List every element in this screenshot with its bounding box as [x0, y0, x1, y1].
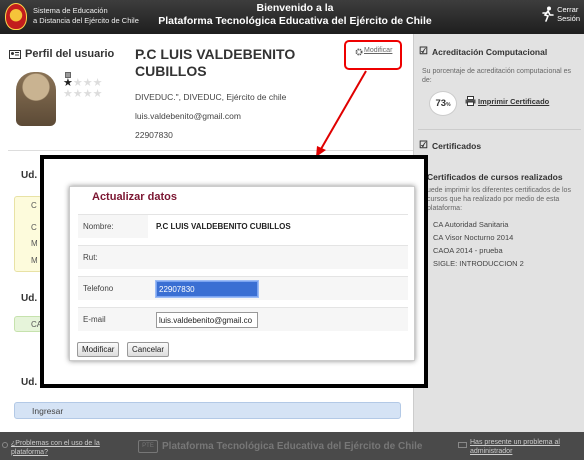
- user-phone: 22907830: [135, 130, 173, 140]
- courses-certificates-heading: Certificados de cursos realizados: [427, 172, 563, 182]
- report-line-1: Has presente un problema al: [470, 439, 560, 446]
- course-item[interactable]: M: [31, 256, 38, 265]
- courses-certificates-title: Certificados de cursos realizados: [427, 172, 563, 182]
- dialog-title: Actualizar datos: [92, 191, 177, 203]
- running-person-icon: [542, 6, 554, 22]
- name-value-cell: P.C LUIS VALDEBENITO CUBILLOS: [148, 215, 408, 238]
- unit-heading-1: Ud.: [21, 170, 38, 181]
- rut-label: Rut:: [83, 253, 98, 262]
- certificates-description: uede imprimir los diferentes certificado…: [427, 187, 571, 212]
- name-label: Nombre:: [83, 222, 114, 231]
- top-header: Sistema de Educación a Distancia del Ejé…: [0, 0, 584, 34]
- pte-logo: PTE: [138, 440, 158, 453]
- printer-icon: [465, 96, 476, 106]
- cancel-button[interactable]: Cancelar: [127, 342, 170, 357]
- user-avatar: [16, 72, 56, 126]
- mail-icon: [458, 442, 467, 448]
- problems-line-2: plataforma?: [11, 448, 48, 456]
- name-row: Nombre: P.C LUIS VALDEBENITO CUBILLOS: [78, 214, 408, 238]
- unit-heading-3: Ud.: [21, 377, 38, 388]
- course-item[interactable]: C: [31, 201, 37, 210]
- welcome-line-2: Plataforma Tecnológica Educativa del Ejé…: [158, 15, 432, 27]
- accreditation-subtitle: Su porcentaje de acreditación computacio…: [422, 68, 572, 84]
- star-icon: ★: [63, 88, 73, 100]
- star-icon: ★: [72, 88, 83, 100]
- rank-insignia-icon: [65, 72, 71, 78]
- accreditation-heading: ☑ Acreditación Computacional: [419, 46, 547, 57]
- course-item[interactable]: C: [31, 223, 37, 232]
- org-line-2: a Distancia del Ejército de Chile: [33, 16, 139, 25]
- user-name-line-2: CUBILLOS: [135, 63, 207, 79]
- accreditation-percent-badge: 73%: [429, 91, 457, 116]
- percent-sign: %: [446, 102, 451, 108]
- star-icon: ★: [92, 88, 103, 100]
- user-email: luis.valdebenito@gmail.com: [135, 111, 241, 121]
- email-input[interactable]: [156, 312, 258, 328]
- problems-link[interactable]: ¿Problemas con el uso de la plataforma?: [11, 440, 100, 457]
- certificate-item[interactable]: CA Visor Nocturno 2014: [433, 231, 524, 244]
- certificate-item[interactable]: CAOA 2014 - prueba: [433, 244, 524, 257]
- annotation-highlight-box: [344, 40, 402, 70]
- update-data-dialog: Actualizar datos Nombre: P.C LUIS VALDEB…: [69, 186, 415, 361]
- report-line-2: administrador: [470, 447, 513, 455]
- accreditation-percent: 73: [435, 98, 447, 109]
- course-list-yellow: C C M M: [14, 196, 42, 272]
- name-value: P.C LUIS VALDEBENITO CUBILLOS: [156, 222, 291, 231]
- welcome-line-1: Bienvenido a la: [256, 2, 334, 14]
- user-full-name: P.C LUIS VALDEBENITO CUBILLOS: [135, 46, 295, 80]
- certificate-item[interactable]: SIGLE: INTRODUCCION 2: [433, 257, 524, 270]
- profile-section-title: Perfil del usuario: [25, 48, 115, 60]
- email-label: E-mail: [83, 315, 106, 324]
- footer-platform-name: Plataforma Tecnológica Educativa del Ejé…: [162, 441, 423, 452]
- course-item-green[interactable]: CA: [14, 316, 42, 332]
- logout-button[interactable]: Cerrar Sesión: [541, 5, 580, 23]
- seade-logo-icon: [5, 3, 27, 30]
- modify-button[interactable]: Modificar: [77, 342, 120, 357]
- problems-line-1: ¿Problemas con el uso de la: [11, 440, 100, 447]
- logout-label-2: Sesión: [557, 14, 580, 23]
- certificates-title: Certificados: [431, 140, 482, 151]
- welcome-banner: Bienvenido a la Plataforma Tecnológica E…: [130, 2, 460, 28]
- rut-row: Rut:: [78, 245, 408, 269]
- user-name-line-1: P.C LUIS VALDEBENITO: [135, 46, 296, 62]
- phone-row: Telefono: [78, 276, 408, 300]
- enter-button[interactable]: Ingresar: [14, 402, 401, 419]
- logout-label-1: Cerrar: [557, 5, 579, 14]
- help-icon: [2, 442, 8, 448]
- checkbox-icon: ☑: [419, 140, 428, 151]
- organization-name: Sistema de Educación a Distancia del Ejé…: [33, 6, 139, 26]
- print-certificate-link[interactable]: Imprimir Certificado: [478, 97, 549, 106]
- report-problem-link[interactable]: Has presente un problema al administrado…: [470, 439, 560, 456]
- rank-stars: ★★★★ ★★★★: [63, 72, 111, 100]
- certificate-list: CA Autoridad Sanitaria CA Visor Nocturno…: [433, 218, 524, 270]
- star-icon: ★: [82, 88, 93, 100]
- email-row: E-mail: [78, 307, 408, 331]
- phone-label: Telefono: [83, 284, 114, 293]
- org-line-1: Sistema de Educación: [33, 6, 108, 15]
- footer: ¿Problemas con el uso de la plataforma? …: [0, 432, 584, 460]
- user-unit: DIVEDUC.", DIVEDUC, Ejército de chile: [135, 92, 287, 102]
- right-sidebar: ☑ Acreditación Computacional Su porcenta…: [413, 34, 584, 432]
- checkbox-icon: ☑: [419, 46, 428, 57]
- phone-input[interactable]: [155, 280, 259, 298]
- certificate-item[interactable]: CA Autoridad Sanitaria: [433, 218, 524, 231]
- rut-value-cell: [148, 246, 408, 269]
- id-card-icon: [9, 50, 21, 59]
- course-item[interactable]: M: [31, 239, 38, 248]
- accreditation-title: Acreditación Computacional: [431, 46, 548, 57]
- unit-heading-2: Ud.: [21, 293, 38, 304]
- certificates-heading: ☑ Certificados: [419, 140, 481, 151]
- divider: [418, 129, 581, 130]
